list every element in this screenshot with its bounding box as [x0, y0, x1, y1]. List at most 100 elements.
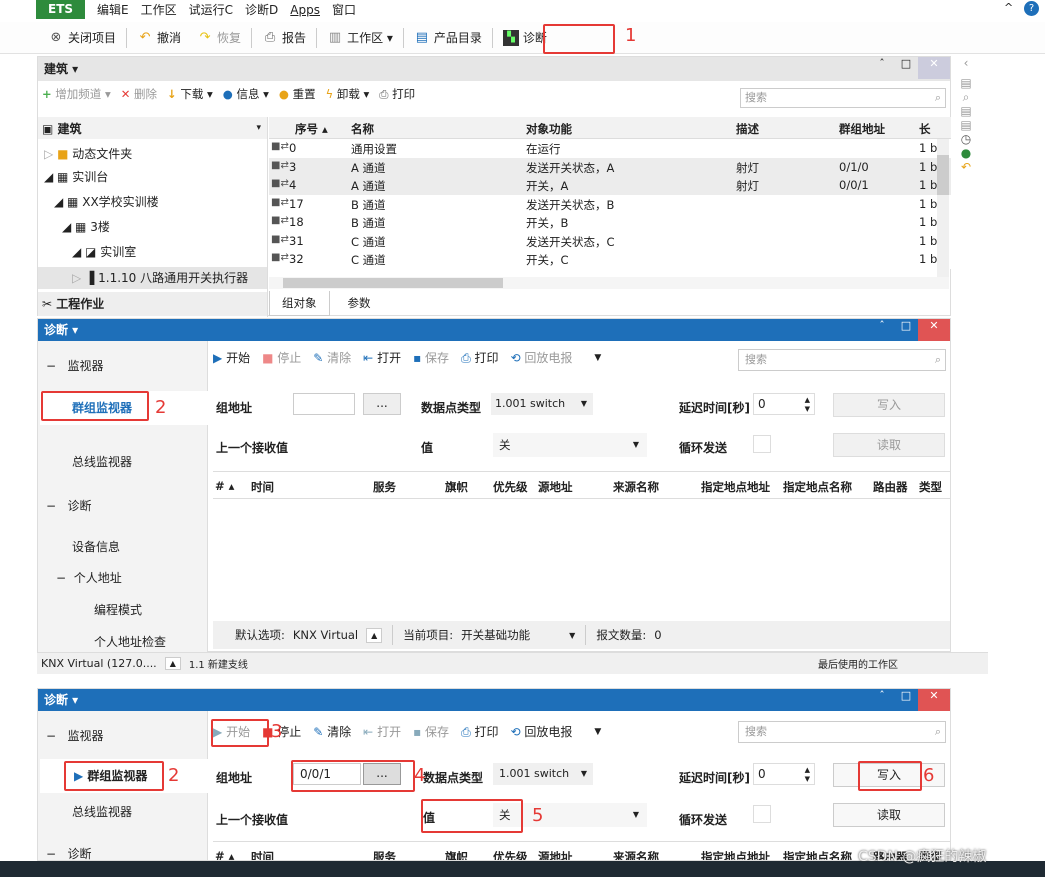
col-flags[interactable]: 旗帜: [445, 479, 468, 495]
read-button[interactable]: 读取: [833, 433, 945, 457]
replay-button[interactable]: ⟲ 回放电报: [511, 349, 573, 366]
clear-button[interactable]: ✎ 清除: [313, 723, 351, 740]
save-button[interactable]: ▪ 保存: [413, 723, 449, 740]
browse-button[interactable]: ...: [363, 393, 401, 415]
menu-workspace[interactable]: 工作区: [141, 1, 177, 18]
tab-parameters[interactable]: 参数: [330, 291, 389, 315]
col-service[interactable]: 服务: [373, 479, 396, 495]
col-source[interactable]: 源地址: [538, 849, 573, 860]
col-router[interactable]: 路由器: [873, 479, 908, 495]
open-button[interactable]: ⇤ 打开: [363, 349, 401, 366]
nav-bus-monitor[interactable]: 总线监视器: [72, 453, 132, 470]
undo-button[interactable]: ↶ 撤消: [129, 25, 189, 51]
minimize-icon[interactable]: ˆ: [870, 57, 894, 79]
dpt-select[interactable]: 1.001 switch ▼: [493, 763, 593, 785]
redo-button[interactable]: ↷ 恢复: [189, 25, 249, 51]
menu-window[interactable]: 窗口: [332, 1, 356, 18]
nav-monitor-header[interactable]: − 监视器: [46, 357, 104, 374]
report-button[interactable]: ⎙ 报告: [254, 25, 314, 51]
menu-edit[interactable]: 编辑E: [97, 1, 129, 18]
col-source-name[interactable]: 来源名称: [613, 849, 659, 860]
col-flags[interactable]: 旗帜: [445, 849, 468, 860]
vertical-scrollbar[interactable]: [937, 139, 949, 289]
dpt-select[interactable]: 1.001 switch ▼: [491, 393, 593, 415]
cyclic-checkbox[interactable]: [753, 805, 771, 823]
col-description[interactable]: 描述: [736, 121, 759, 137]
open-button[interactable]: ⇤ 打开: [363, 723, 401, 740]
nav-monitor-header[interactable]: − 监视器: [46, 727, 104, 744]
maximize-icon[interactable]: □: [894, 689, 918, 711]
tab-group-objects[interactable]: 组对象: [269, 290, 330, 316]
building-panel-title[interactable]: 建筑 ▾: [38, 57, 950, 81]
tree-item-school-building[interactable]: ◢ ▦ XX学校实训楼: [54, 193, 159, 210]
table-row[interactable]: ■⇄ 18 B 通道 开关，B 1 bi: [269, 213, 951, 232]
col-source[interactable]: 源地址: [538, 479, 573, 495]
group-address-input[interactable]: [293, 393, 355, 415]
col-dest-address[interactable]: 指定地点地址: [701, 849, 770, 860]
table-row[interactable]: ■⇄ 4 A 通道 开关，A 射灯 0/0/1 1 bi: [269, 176, 951, 195]
close-icon[interactable]: ✕: [918, 689, 950, 711]
current-project-dropdown[interactable]: ▼: [569, 631, 575, 640]
close-project-button[interactable]: ⊗ 关闭项目: [40, 25, 124, 51]
default-option-dropdown[interactable]: ▲: [366, 627, 383, 643]
print-button[interactable]: ⎙ 打印: [379, 86, 415, 102]
write-button[interactable]: 写入: [833, 393, 945, 417]
table-row[interactable]: ■⇄ 31 C 通道 发送开关状态，C 1 bi: [269, 231, 951, 250]
col-length[interactable]: 长: [919, 121, 931, 137]
nav-device-info[interactable]: 设备信息: [72, 538, 120, 555]
col-index[interactable]: # ▴: [215, 849, 234, 860]
collapse-icon[interactable]: ^: [1004, 1, 1013, 14]
list-icon[interactable]: ▤: [955, 104, 977, 118]
ets-logo[interactable]: ETS: [36, 0, 86, 19]
history-icon[interactable]: ◷: [955, 132, 977, 146]
download-button[interactable]: ↓ 下载 ▾: [167, 86, 213, 102]
col-time[interactable]: 时间: [251, 849, 274, 860]
close-icon[interactable]: ✕: [918, 319, 950, 341]
col-source-name[interactable]: 来源名称: [613, 479, 659, 495]
tree-header[interactable]: ▣ 建筑 ▾: [38, 117, 267, 139]
table-row[interactable]: ■⇄ 17 B 通道 发送开关状态，B 1 bi: [269, 194, 951, 213]
connection-dropdown[interactable]: ▲: [164, 657, 181, 670]
print-button[interactable]: ⎙ 打印: [461, 349, 498, 366]
search-icon[interactable]: ⌕: [955, 90, 977, 104]
building-search-input[interactable]: 搜索 ⌕: [740, 88, 946, 108]
col-dest-address[interactable]: 指定地点地址: [701, 479, 770, 495]
col-service[interactable]: 服务: [373, 849, 396, 860]
properties-icon[interactable]: ▤: [955, 76, 977, 90]
tree-item-dynamic-folder[interactable]: ▷ ■ 动态文件夹: [44, 145, 132, 162]
reset-button[interactable]: ● 重置: [279, 86, 316, 102]
menu-apps[interactable]: Apps: [290, 3, 320, 17]
start-button[interactable]: ▶ 开始: [213, 349, 250, 366]
collapse-left-icon[interactable]: ‹: [955, 56, 977, 70]
col-function[interactable]: 对象功能: [526, 121, 572, 137]
catalog-button[interactable]: ▤ 产品目录: [406, 25, 490, 51]
diagnostics-title[interactable]: 诊断 ▾: [38, 689, 950, 711]
close-icon[interactable]: ✕: [918, 57, 950, 79]
tree-footer-project-work[interactable]: ✂ 工程作业: [38, 292, 267, 316]
connection-status[interactable]: KNX Virtual (127.0....: [41, 657, 157, 670]
col-name[interactable]: 名称: [351, 121, 374, 137]
nav-diag-header[interactable]: − 诊断: [46, 845, 92, 860]
horizontal-scrollbar[interactable]: [269, 277, 949, 289]
nav-bus-monitor[interactable]: 总线监视器: [72, 803, 132, 820]
delete-button[interactable]: ✕ 删除: [121, 86, 157, 102]
minimize-icon[interactable]: ˆ: [870, 689, 894, 711]
maximize-icon[interactable]: □: [894, 319, 918, 341]
dropdown-icon[interactable]: ▼: [594, 353, 601, 363]
delay-stepper[interactable]: 0 ▲ ▼: [753, 393, 815, 415]
stop-button[interactable]: ■ 停止: [262, 349, 301, 366]
help-icon[interactable]: ?: [1024, 1, 1039, 16]
col-type[interactable]: 类型: [919, 479, 942, 495]
delay-stepper[interactable]: 0 ▲ ▼: [753, 763, 815, 785]
tree-item-training-bench[interactable]: ◢ ▦ 实训台: [44, 168, 108, 185]
clear-button[interactable]: ✎ 清除: [313, 349, 351, 366]
col-dest-name[interactable]: 指定地点名称: [783, 479, 852, 495]
tree-item-training-room[interactable]: ◢ ◪ 实训室: [72, 243, 136, 260]
add-channel-button[interactable]: + 增加频道 ▾: [42, 86, 111, 102]
workspace-button[interactable]: ▥ 工作区 ▾: [319, 25, 401, 51]
unload-button[interactable]: ϟ 卸载 ▾: [326, 86, 370, 102]
diag-search-input[interactable]: 搜索 ⌕: [738, 349, 946, 371]
col-index[interactable]: # ▴: [215, 479, 234, 493]
diag-search-input[interactable]: 搜索 ⌕: [738, 721, 946, 743]
cyclic-checkbox[interactable]: [753, 435, 771, 453]
